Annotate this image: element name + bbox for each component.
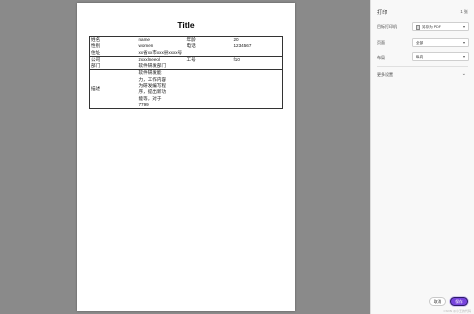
table-row: 部门 软件研发部门 xyxy=(89,63,283,70)
layout-select[interactable]: 纵向 ▾ xyxy=(412,52,469,61)
destination-value: 另存为 PDF xyxy=(422,25,441,29)
table-label-department: 部门 xyxy=(89,63,138,70)
table-label-employee-id: 工号 xyxy=(185,55,233,64)
more-settings-toggle[interactable]: 更多设置 xyxy=(377,72,393,78)
chevron-down-icon: ▾ xyxy=(462,54,465,59)
print-preview-area: Title 姓名 name 年龄 20 性别 women 电话 1234567 … xyxy=(0,0,370,314)
destination-label: 目标打印机 xyxy=(377,24,397,29)
sheet-count: 1 张 xyxy=(460,9,468,14)
table-row: 公司 zxxxlneeol 工号 f10 xyxy=(89,55,283,64)
chevron-down-icon[interactable]: ⌄ xyxy=(462,71,466,77)
table-value-name: name xyxy=(137,36,186,44)
table-label-address: 住址 xyxy=(89,49,138,57)
watermark: CSDN @小王的代码 xyxy=(443,309,471,313)
save-button[interactable]: 保存 xyxy=(450,297,468,306)
table-value-age: 20 xyxy=(232,36,283,44)
layout-value: 纵向 xyxy=(416,55,424,59)
chevron-down-icon: ▾ xyxy=(462,24,465,29)
print-settings-panel: 打印 1 张 目标打印机 另存为 PDF ▾ 页面 全部 ▾ 布局 纵向 ▾ 更… xyxy=(370,0,474,314)
table-row: 姓名 name 年龄 20 xyxy=(89,36,283,44)
table-value-description: 软件研发能力，工作内容为研发编写程序，提出新功能等，对于7799 xyxy=(137,69,283,110)
description-text: 软件研发能力，工作内容为研发编写程序，提出新功能等，对于7799 xyxy=(138,70,167,107)
document-title: Title xyxy=(177,20,195,30)
destination-select[interactable]: 另存为 PDF ▾ xyxy=(412,22,469,31)
cancel-button[interactable]: 取消 xyxy=(429,297,446,306)
table-row: 住址 xx省xx市xxx县xxxx号 xyxy=(89,49,283,57)
chevron-down-icon: ▾ xyxy=(462,40,465,45)
table-value-address: xx省xx市xxx县xxxx号 xyxy=(137,49,283,57)
settings-divider xyxy=(377,66,468,67)
table-row: 描述 软件研发能力，工作内容为研发编写程序，提出新功能等，对于7799 xyxy=(89,69,283,110)
table-value-employee-id: f10 xyxy=(232,55,283,64)
table-value-department: 软件研发部门 xyxy=(137,63,283,70)
table-label-description: 描述 xyxy=(89,69,138,110)
preview-page: Title 姓名 name 年龄 20 性别 women 电话 1234567 … xyxy=(77,3,295,311)
info-table: 姓名 name 年龄 20 性别 women 电话 1234567 住址 xx省… xyxy=(89,36,283,110)
panel-title: 打印 xyxy=(377,10,388,16)
pages-label: 页面 xyxy=(377,40,385,45)
layout-label: 布局 xyxy=(377,55,385,60)
pages-select[interactable]: 全部 ▾ xyxy=(412,38,469,47)
pdf-file-icon xyxy=(416,24,420,30)
pages-value: 全部 xyxy=(416,41,424,45)
